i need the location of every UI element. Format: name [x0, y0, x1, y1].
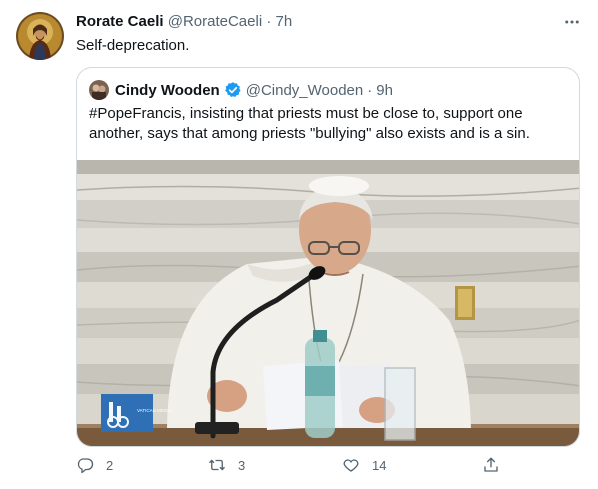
quoted-tweet[interactable]: Cindy Wooden @Cindy_Wooden · 9h #PopeFra… — [76, 67, 580, 447]
heart-icon — [343, 459, 359, 472]
quoted-author-avatar — [89, 80, 109, 100]
quoted-tweet-header: Cindy Wooden @Cindy_Wooden · 9h — [89, 80, 393, 100]
like-button[interactable]: 14 — [342, 456, 386, 474]
separator-dot: · — [367, 81, 373, 99]
reply-icon — [77, 458, 94, 474]
quoted-tweet-text: #PopeFrancis, insisting that priests mus… — [89, 105, 530, 142]
tweet-header: Rorate Caeli @RorateCaeli · 7h — [76, 13, 582, 33]
retweet-count: 3 — [238, 457, 246, 473]
share-icon — [484, 457, 498, 472]
tweet-text: Self-deprecation. — [76, 37, 190, 54]
tweet-actions-bar: 2 3 14 — [76, 456, 516, 480]
author-avatar[interactable] — [16, 12, 64, 60]
separator-dot: · — [266, 13, 272, 30]
quoted-timestamp: 9h — [376, 81, 393, 99]
quoted-author-name: Cindy Wooden — [115, 81, 220, 99]
tweet-timestamp[interactable]: 7h — [276, 13, 293, 30]
share-button[interactable] — [482, 456, 500, 474]
reply-count: 2 — [106, 457, 114, 473]
media-image: VATICAN MEDIA — [77, 160, 579, 446]
author-name[interactable]: Rorate Caeli — [76, 13, 164, 30]
reply-button[interactable]: 2 — [76, 456, 113, 474]
retweet-button[interactable]: 3 — [208, 456, 245, 474]
more-horizontal-icon — [565, 20, 579, 24]
retweet-icon — [209, 459, 225, 471]
more-options-button[interactable] — [560, 12, 584, 32]
vatican-media-logo-text: VATICAN MEDIA — [137, 408, 171, 413]
author-handle[interactable]: @RorateCaeli — [168, 13, 262, 30]
quoted-tweet-media[interactable]: VATICAN MEDIA — [77, 160, 579, 446]
like-count: 14 — [372, 457, 387, 473]
quoted-author-handle: @Cindy_Wooden — [245, 81, 364, 99]
verified-badge-icon — [224, 81, 242, 99]
